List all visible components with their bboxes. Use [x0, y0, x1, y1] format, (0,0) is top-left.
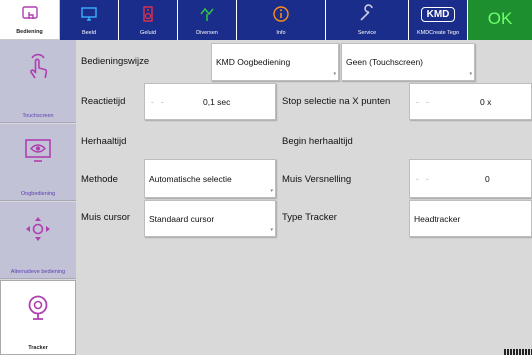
touchscreen-dropdown[interactable]: Geen (Touchscreen) ▾	[341, 43, 475, 81]
stop-selectie-value: 0 x	[480, 96, 492, 107]
chevron-down-icon: ▾	[270, 227, 273, 233]
wrench-icon	[326, 3, 408, 25]
hand-pointer-icon	[0, 3, 59, 25]
sidebar-item-touchscreen[interactable]: Touchscreen	[0, 40, 76, 123]
muis-cursor-value: Standaard cursor	[149, 213, 215, 224]
increment-button[interactable]: -	[426, 174, 429, 183]
webcam-icon	[1, 293, 75, 323]
corner-indicator	[504, 349, 532, 355]
tab-geluid[interactable]: Geluid	[119, 0, 177, 40]
type-tracker-value: Headtracker	[414, 213, 461, 224]
methode-label: Methode	[81, 174, 118, 185]
kmd-logo-text: KMD	[420, 6, 456, 22]
muis-versnelling-stepper[interactable]: - - 0	[409, 159, 532, 198]
tab-label: Service	[357, 30, 377, 36]
bedieningswijze-dropdown[interactable]: KMD Oogbediening ▾	[211, 43, 339, 81]
begin-herhaaltijd-label: Begin herhaaltijd	[282, 136, 353, 147]
reactietijd-label: Reactietijd	[81, 96, 126, 107]
tab-beeld[interactable]: Beeld	[60, 0, 118, 40]
tab-info[interactable]: Info	[237, 0, 325, 40]
reactietijd-value: 0,1 sec	[203, 96, 231, 107]
sidebar-item-label: Oogbediening	[20, 191, 56, 197]
sidebar: Touchscreen Oogbediening Alternatieve be…	[0, 40, 76, 355]
chevron-down-icon: ▾	[469, 71, 472, 77]
eye-screen-icon	[0, 136, 76, 166]
arrows-icon	[0, 214, 76, 244]
stop-selectie-stepper[interactable]: - - 0 x	[409, 83, 532, 120]
ok-label: OK	[487, 9, 513, 28]
chevron-down-icon: ▾	[270, 188, 273, 194]
muis-cursor-dropdown[interactable]: Standaard cursor ▾	[144, 200, 276, 237]
tab-label: Bediening	[16, 29, 43, 35]
increment-button[interactable]: -	[426, 97, 429, 106]
muis-cursor-label: Muis cursor	[81, 212, 131, 223]
type-tracker-label: Type Tracker	[282, 212, 337, 223]
tab-label: Diversen	[196, 30, 218, 36]
sidebar-item-label: Alternatieve bediening	[10, 269, 66, 275]
settings-panel: Bedieningswijze KMD Oogbediening ▾ Geen …	[76, 40, 532, 355]
tab-label: Info	[276, 30, 286, 36]
sidebar-item-tracker[interactable]: Tracker	[0, 280, 76, 355]
decrement-button[interactable]: -	[416, 174, 419, 183]
tab-bediening[interactable]: Bediening	[0, 0, 60, 40]
reactietijd-stepper[interactable]: - - 0,1 sec	[144, 83, 276, 120]
diversen-icon	[178, 3, 236, 25]
chevron-down-icon: ▾	[333, 71, 336, 77]
sidebar-item-label: Touchscreen	[22, 113, 54, 119]
sidebar-item-oogbediening[interactable]: Oogbediening	[0, 124, 76, 201]
bedieningswijze-value: KMD Oogbediening	[216, 57, 291, 67]
touchscreen-value: Geen (Touchscreen)	[346, 57, 424, 67]
herhaaltijd-label: Herhaaltijd	[81, 136, 127, 147]
kmd-logo: KMD	[409, 3, 467, 25]
methode-dropdown[interactable]: Automatische selectie ▾	[144, 159, 276, 198]
muis-versnelling-value: 0	[485, 173, 490, 184]
top-tab-bar: Bediening Beeld Geluid Diversen Info Ser…	[0, 0, 532, 40]
type-tracker-dropdown[interactable]: Headtracker	[409, 200, 532, 237]
tab-label: Geluid	[140, 30, 156, 36]
tab-service[interactable]: Service	[326, 0, 408, 40]
methode-value: Automatische selectie	[149, 173, 232, 184]
decrement-button[interactable]: -	[151, 97, 154, 106]
sidebar-item-alternatieve-bediening[interactable]: Alternatieve bediening	[0, 202, 76, 279]
tab-diversen[interactable]: Diversen	[178, 0, 236, 40]
speaker-icon	[119, 3, 177, 25]
muis-versnelling-label: Muis Versnelling	[282, 174, 352, 185]
decrement-button[interactable]: -	[416, 97, 419, 106]
sidebar-item-label: Tracker	[28, 345, 48, 351]
tab-kmd-create[interactable]: KMD KMDCreate Tego	[409, 0, 467, 40]
increment-button[interactable]: -	[161, 97, 164, 106]
stop-selectie-label: Stop selectie na X punten	[282, 96, 391, 107]
tab-label: KMDCreate Tego	[416, 30, 460, 36]
touch-hand-icon	[0, 52, 76, 82]
info-icon	[237, 3, 325, 25]
monitor-icon	[60, 3, 118, 25]
tab-label: Beeld	[81, 30, 97, 36]
ok-button[interactable]: OK	[468, 0, 532, 40]
bedieningswijze-label: Bedieningswijze	[81, 56, 150, 67]
